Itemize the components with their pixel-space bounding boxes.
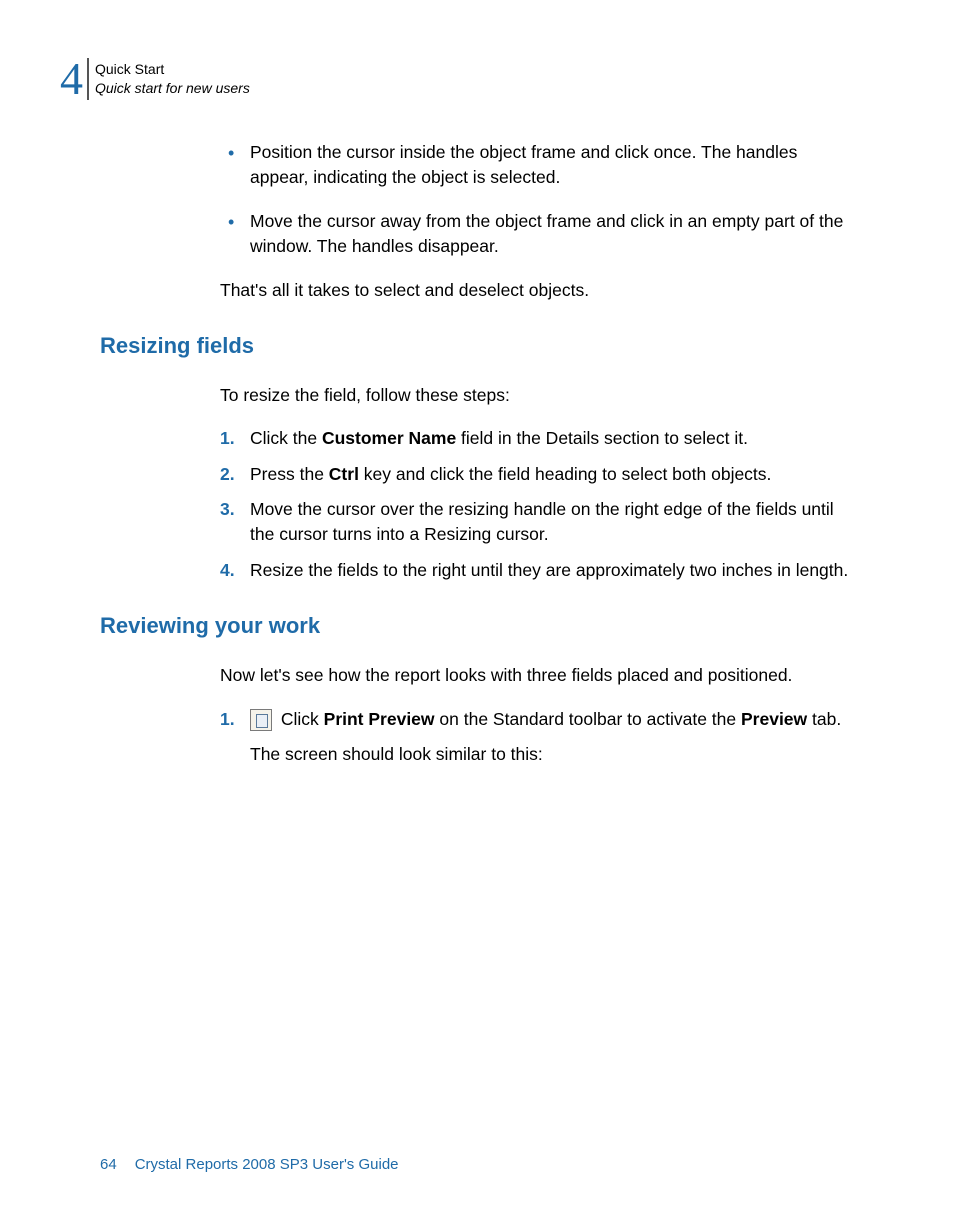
rstep1-pre: Click bbox=[276, 709, 324, 729]
rstep1-followup: The screen should look similar to this: bbox=[250, 742, 860, 767]
resizing-step-2: Press the Ctrl key and click the field h… bbox=[220, 462, 860, 487]
resizing-step-1: Click the Customer Name field in the Det… bbox=[220, 426, 860, 451]
header-title-sub: Quick start for new users bbox=[95, 79, 250, 98]
rstep1-bold2: Preview bbox=[741, 709, 807, 729]
resizing-fields-intro: To resize the field, follow these steps: bbox=[220, 383, 860, 408]
reviewing-work-steps: Click Print Preview on the Standard tool… bbox=[220, 707, 860, 768]
print-preview-icon bbox=[250, 709, 272, 731]
reviewing-work-heading: Reviewing your work bbox=[100, 613, 860, 639]
header-titles: Quick Start Quick start for new users bbox=[95, 60, 250, 98]
step2-bold: Ctrl bbox=[329, 464, 359, 484]
intro-closing: That's all it takes to select and desele… bbox=[220, 278, 860, 303]
header-title-main: Quick Start bbox=[95, 60, 250, 79]
intro-block: Position the cursor inside the object fr… bbox=[220, 140, 860, 303]
rstep1-bold1: Print Preview bbox=[324, 709, 435, 729]
resizing-step-3: Move the cursor over the resizing handle… bbox=[220, 497, 860, 548]
resizing-fields-body: To resize the field, follow these steps:… bbox=[220, 383, 860, 583]
step2-post: key and click the field heading to selec… bbox=[359, 464, 771, 484]
resizing-step-4: Resize the fields to the right until the… bbox=[220, 558, 860, 583]
step1-bold: Customer Name bbox=[322, 428, 456, 448]
intro-bullet-1: Position the cursor inside the object fr… bbox=[220, 140, 860, 191]
page-footer: 64 Crystal Reports 2008 SP3 User's Guide bbox=[100, 1156, 399, 1173]
page-header: 4 Quick Start Quick start for new users bbox=[60, 56, 250, 102]
book-title: Crystal Reports 2008 SP3 User's Guide bbox=[135, 1156, 399, 1173]
step1-post: field in the Details section to select i… bbox=[456, 428, 748, 448]
step2-pre: Press the bbox=[250, 464, 329, 484]
header-divider bbox=[87, 58, 89, 100]
reviewing-work-body: Now let's see how the report looks with … bbox=[220, 663, 860, 767]
resizing-fields-steps: Click the Customer Name field in the Det… bbox=[220, 426, 860, 583]
intro-bullet-2: Move the cursor away from the object fra… bbox=[220, 209, 860, 260]
page-number: 64 bbox=[100, 1156, 117, 1173]
page-content: Position the cursor inside the object fr… bbox=[100, 140, 860, 777]
chapter-number: 4 bbox=[60, 56, 83, 102]
rstep1-mid: on the Standard toolbar to activate the bbox=[435, 709, 741, 729]
reviewing-step-1: Click Print Preview on the Standard tool… bbox=[220, 707, 860, 768]
rstep1-post: tab. bbox=[807, 709, 841, 729]
resizing-fields-heading: Resizing fields bbox=[100, 333, 860, 359]
intro-bullets: Position the cursor inside the object fr… bbox=[220, 140, 860, 260]
step1-pre: Click the bbox=[250, 428, 322, 448]
reviewing-work-intro: Now let's see how the report looks with … bbox=[220, 663, 860, 688]
